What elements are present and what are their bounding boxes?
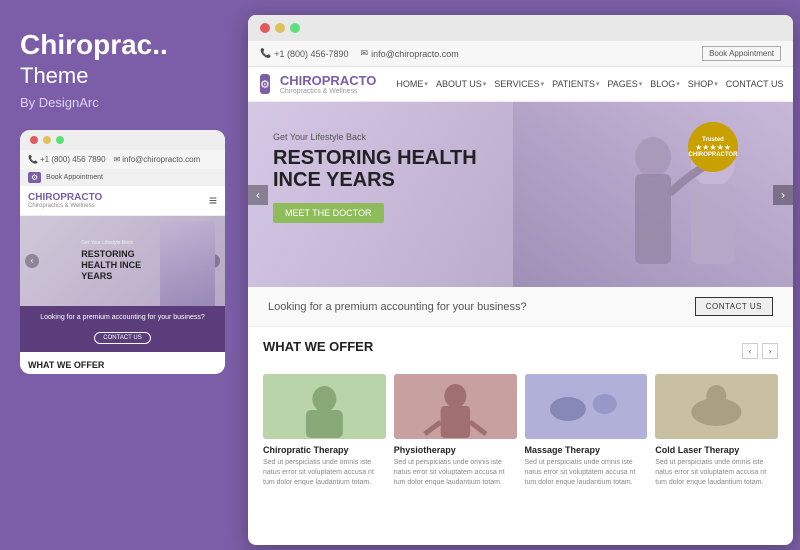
mobile-book-label[interactable]: Book Appointment — [46, 174, 103, 181]
desk-book-button[interactable]: Book Appointment — [702, 46, 781, 61]
hero-person-image — [513, 102, 793, 287]
hero-next-button[interactable]: › — [773, 185, 793, 205]
hero-prev-arrow[interactable]: ‹ — [25, 254, 39, 268]
meet-doctor-button[interactable]: MEET THE DOCTOR — [273, 203, 384, 223]
theme-subtitle: Theme — [20, 63, 225, 89]
offer-card-chiropractic: Chiropratic Therapy Sed ut perspiciatis … — [263, 374, 386, 487]
nav-contact[interactable]: CONTACT US — [726, 79, 784, 89]
nav-pages[interactable]: PAGES ▾ — [607, 79, 642, 89]
offer-nav-controls: ‹ › — [742, 343, 778, 359]
offer-header: WHAT WE OFFER ‹ › — [263, 339, 778, 364]
desktop-contact-button[interactable]: CONTACT US — [695, 297, 773, 316]
offer-card-massage: Massage Therapy Sed ut perspiciatis unde… — [525, 374, 648, 487]
nav-blog[interactable]: BLOG ▾ — [650, 79, 680, 89]
hamburger-icon[interactable]: ≡ — [209, 192, 217, 208]
mobile-hero: ‹ › Get Your Lifestyle Back RESTORING HE… — [20, 216, 225, 306]
mobile-mockup: 📞 +1 (800) 456 7890 ✉ info@chiropracto.c… — [20, 130, 225, 374]
hero-title: RESTORING HEALTH INCE YEARS — [273, 147, 477, 191]
nav-shop[interactable]: SHOP ▾ — [688, 79, 718, 89]
settings-icon[interactable]: ⚙ — [260, 74, 270, 94]
offer-card-text-3: Sed ut perspiciatis unde omnis iste natu… — [525, 458, 648, 487]
mobile-logo: CHIROPRACTO Chiropractics & Wellness — [28, 192, 102, 209]
mobile-gear-bar: ⚙ Book Appointment — [20, 169, 225, 186]
desk-email: ✉ info@chiropracto.com — [361, 48, 459, 59]
hero-svg-illustration — [513, 102, 793, 287]
offer-next-button[interactable]: › — [762, 343, 778, 359]
nav-about[interactable]: ABOUT US ▾ — [436, 79, 486, 89]
email-icon: ✉ — [114, 155, 121, 164]
desktop-titlebar — [248, 15, 793, 41]
desktop-logo: CHIROPRACTO Chiropractics & Wellness — [280, 73, 377, 95]
desk-dot-yellow — [275, 23, 285, 33]
mobile-nav: CHIROPRACTO Chiropractics & Wellness ≡ — [20, 186, 225, 216]
offer-grid: Chiropratic Therapy Sed ut perspiciatis … — [263, 374, 778, 487]
offer-prev-button[interactable]: ‹ — [742, 343, 758, 359]
mobile-titlebar — [20, 130, 225, 150]
desktop-offer-section: WHAT WE OFFER ‹ › Chiropratic Therapy Se… — [248, 327, 793, 497]
offer-card-title-3: Massage Therapy — [525, 445, 648, 455]
theme-title: Chiroprac.. — [20, 30, 225, 61]
mobile-promo: Looking for a premium accounting for you… — [20, 306, 225, 352]
offer-card-title-1: Chiropratic Therapy — [263, 445, 386, 455]
mobile-offer-title: WHAT WE OFFER — [20, 352, 225, 374]
offer-image-laser — [655, 374, 778, 439]
by-line: By DesignArc — [20, 95, 225, 110]
desk-phone: 📞 +1 (800) 456-7890 — [260, 48, 349, 59]
desktop-topbar: 📞 +1 (800) 456-7890 ✉ info@chiropracto.c… — [248, 41, 793, 67]
offer-title: WHAT WE OFFER — [263, 339, 373, 354]
offer-image-massage — [525, 374, 648, 439]
nav-services[interactable]: SERVICES ▾ — [494, 79, 544, 89]
desktop-hero: ‹ › Get Your Lifestyle Back RESTORING HE… — [248, 102, 793, 287]
desktop-promo: Looking for a premium accounting for you… — [248, 287, 793, 327]
desktop-nav: ⚙ CHIROPRACTO Chiropractics & Wellness H… — [248, 67, 793, 102]
offer-image-physio — [394, 374, 517, 439]
offer-image-chiropractic — [263, 374, 386, 439]
hero-prev-button[interactable]: ‹ — [248, 185, 268, 205]
gear-icon: ⚙ — [28, 172, 41, 183]
mobile-topbar: 📞 +1 (800) 456 7890 ✉ info@chiropracto.c… — [20, 150, 225, 169]
mobile-phone: 📞 +1 (800) 456 7890 — [28, 155, 106, 164]
mobile-email: ✉ info@chiropracto.com — [114, 155, 201, 164]
offer-card-title-2: Physiotherapy — [394, 445, 517, 455]
offer-card-text-2: Sed ut perspiciatis unde omnis iste natu… — [394, 458, 517, 487]
offer-card-title-4: Cold Laser Therapy — [655, 445, 778, 455]
left-panel: Chiroprac.. Theme By DesignArc 📞 +1 (800… — [0, 0, 245, 550]
desk-dot-red — [260, 23, 270, 33]
dot-yellow — [43, 136, 51, 144]
trusted-badge: Trusted ★★★★★ CHIROPRACTOR — [688, 122, 738, 172]
dot-green — [56, 136, 64, 144]
desk-email-icon: ✉ — [361, 48, 369, 59]
offer-card-text-4: Sed ut perspiciatis unde omnis iste natu… — [655, 458, 778, 487]
desk-dot-green — [290, 23, 300, 33]
desktop-nav-links: HOME ▾ ABOUT US ▾ SERVICES ▾ PATIENTS ▾ … — [396, 79, 783, 89]
phone-icon: 📞 — [28, 155, 38, 164]
offer-card-laser: Cold Laser Therapy Sed ut perspiciatis u… — [655, 374, 778, 487]
offer-card-physio: Physiotherapy Sed ut perspiciatis unde o… — [394, 374, 517, 487]
desk-phone-icon: 📞 — [260, 48, 271, 59]
mobile-hero-content: Get Your Lifestyle Back RESTORING HEALTH… — [71, 232, 174, 289]
nav-home[interactable]: HOME ▾ — [396, 79, 428, 89]
dot-red — [30, 136, 38, 144]
right-panel: 📞 +1 (800) 456-7890 ✉ info@chiropracto.c… — [248, 15, 793, 545]
offer-card-text-1: Sed ut perspiciatis unde omnis iste natu… — [263, 458, 386, 487]
nav-patients[interactable]: PATIENTS ▾ — [552, 79, 599, 89]
hero-content: Get Your Lifestyle Back RESTORING HEALTH… — [273, 132, 477, 223]
mobile-contact-button[interactable]: CONTACT US — [94, 332, 150, 344]
